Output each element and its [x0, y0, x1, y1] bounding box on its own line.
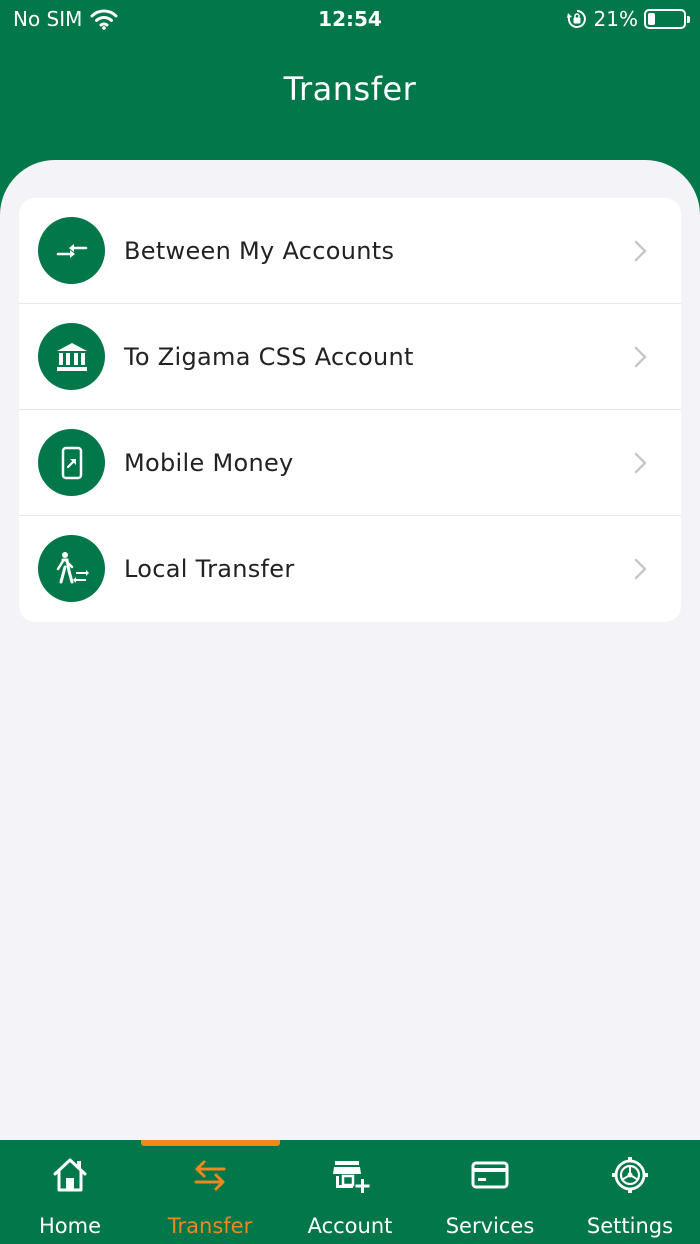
chevron-right-icon [634, 452, 647, 474]
page-title: Transfer [283, 70, 417, 108]
person-transfer-icon [38, 535, 105, 602]
row-label: Mobile Money [124, 449, 294, 477]
battery-icon [644, 9, 690, 29]
tab-label: Services [445, 1214, 535, 1238]
orientation-lock-icon [566, 10, 586, 28]
chevron-right-icon [634, 240, 647, 262]
card-icon [471, 1161, 509, 1189]
status-bar: No SIM 12:54 21% [0, 0, 700, 40]
bank-icon [38, 323, 105, 390]
transfer-options-list: Between My Accounts To Zigama CSS Accoun… [19, 198, 681, 622]
arrows-inward-icon [38, 217, 105, 284]
transfer-arrows-icon [194, 1160, 226, 1191]
tab-label: Transfer [167, 1214, 253, 1238]
tab-label: Home [38, 1214, 101, 1238]
content-panel: Between My Accounts To Zigama CSS Accoun… [0, 160, 700, 1140]
tab-services[interactable]: Services [420, 1140, 560, 1244]
status-right: 21% [566, 7, 690, 31]
local-transfer-row[interactable]: Local Transfer [19, 516, 681, 622]
bottom-tab-bar: Home Transfer Account Services Settings [0, 1140, 700, 1244]
tab-transfer[interactable]: Transfer [140, 1140, 280, 1244]
battery-percent: 21% [593, 7, 638, 31]
tab-label: Account [307, 1214, 393, 1238]
row-label: Local Transfer [124, 555, 295, 583]
chevron-right-icon [634, 558, 647, 580]
row-label: To Zigama CSS Account [124, 343, 414, 371]
mobile-phone-icon [38, 429, 105, 496]
between-my-accounts-row[interactable]: Between My Accounts [19, 198, 681, 304]
tab-label: Settings [586, 1214, 674, 1238]
tab-home[interactable]: Home [0, 1140, 140, 1244]
row-label: Between My Accounts [124, 237, 395, 265]
home-icon [53, 1158, 87, 1192]
settings-gear-icon [612, 1157, 648, 1193]
battery-fill [648, 13, 655, 25]
to-zigama-css-account-row[interactable]: To Zigama CSS Account [19, 304, 681, 410]
tab-account[interactable]: Account [280, 1140, 420, 1244]
store-add-icon [333, 1161, 370, 1193]
mobile-money-row[interactable]: Mobile Money [19, 410, 681, 516]
tab-settings[interactable]: Settings [560, 1140, 700, 1244]
chevron-right-icon [634, 346, 647, 368]
